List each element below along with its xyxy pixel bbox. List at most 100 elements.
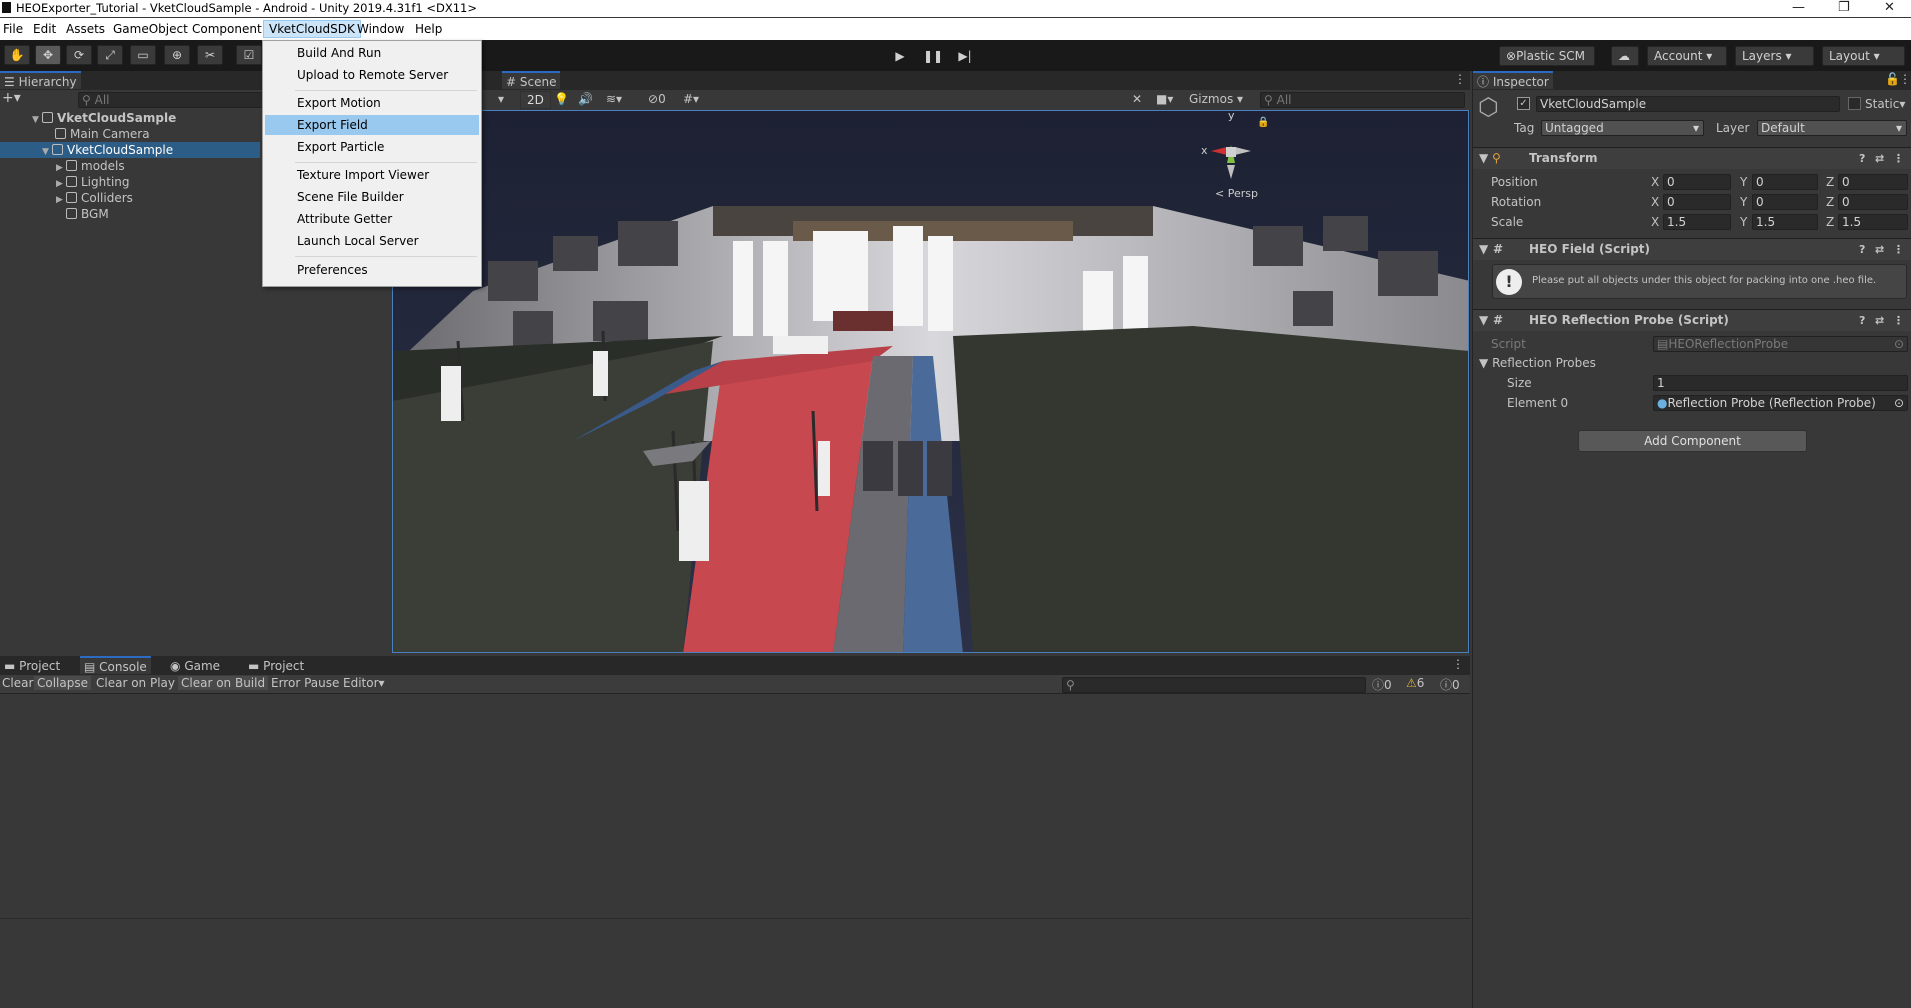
info-count-toggle[interactable]: ⓘ0 [1372, 676, 1392, 693]
cloud-icon[interactable]: ☁ [1611, 46, 1639, 66]
menu-item-preferences[interactable]: Preferences [265, 260, 479, 280]
tab-project[interactable]: ▬ Project [0, 657, 64, 675]
list-item[interactable]: ▶ models [0, 158, 260, 174]
rotation-y-field[interactable]: 0 [1752, 194, 1818, 210]
pause-button[interactable]: ❚❚ [918, 46, 948, 66]
close-icon[interactable]: ✕ [1884, 0, 1895, 15]
heo-probe-header[interactable]: ▼ # HEO Reflection Probe (Script) ? ⇄ ⋮ [1473, 309, 1911, 331]
menu-item-upload-remote[interactable]: Upload to Remote Server [265, 65, 479, 85]
menu-item-export-particle[interactable]: Export Particle [265, 137, 479, 157]
active-checkbox[interactable]: ✓ [1517, 97, 1530, 110]
menu-window[interactable]: Window [352, 21, 409, 37]
rotation-x-field[interactable]: 0 [1663, 194, 1731, 210]
menu-file[interactable]: File [0, 21, 28, 37]
list-item[interactable]: ▼ VketCloudSample [0, 110, 260, 126]
scale-z-field[interactable]: 1.5 [1838, 214, 1908, 230]
hidden-objects-icon[interactable]: ⊘0 [648, 92, 666, 106]
more-icon[interactable]: ⋮ [1893, 239, 1904, 260]
add-component-button[interactable]: Add Component [1578, 430, 1807, 452]
menu-help[interactable]: Help [410, 21, 447, 37]
static-dropdown[interactable]: Static▾ [1865, 97, 1905, 111]
menu-item-build-and-run[interactable]: Build And Run [265, 43, 479, 63]
menu-assets[interactable]: Assets [61, 21, 110, 37]
minimize-icon[interactable]: — [1792, 0, 1805, 15]
menu-item-texture-import-viewer[interactable]: Texture Import Viewer [265, 165, 479, 185]
rotate-tool-icon[interactable]: ⟳ [66, 45, 92, 65]
persp-label[interactable]: < Persp [1215, 187, 1258, 200]
rotation-z-field[interactable]: 0 [1838, 194, 1908, 210]
editor-dropdown[interactable]: Editor▾ [340, 676, 388, 690]
clear-button[interactable]: Clear [0, 676, 35, 690]
restore-icon[interactable]: ❐ [1838, 0, 1850, 15]
scene-search-input[interactable]: ⚲ All [1260, 92, 1465, 108]
menu-item-launch-local-server[interactable]: Launch Local Server [265, 231, 479, 251]
more-icon[interactable]: ⋮ [1899, 72, 1911, 86]
tab-console[interactable]: ▤ Console [80, 656, 151, 674]
menu-component[interactable]: Component [187, 21, 267, 37]
scene-viewport[interactable]: y x < Persp 🔒 [392, 110, 1469, 653]
console-divider[interactable] [0, 918, 1470, 919]
tab-scene[interactable]: # Scene [502, 71, 561, 89]
console-search-input[interactable]: ⚲ [1062, 677, 1366, 693]
reflection-probes-foldout[interactable]: ▼ Reflection Probes [1479, 356, 1596, 370]
tag-dropdown[interactable]: Untagged ▾ [1541, 120, 1704, 136]
preset-icon[interactable]: ⇄ [1875, 239, 1884, 260]
foldout-arrow-icon[interactable]: ▼ [1479, 239, 1488, 260]
lock-icon[interactable]: 🔒 [1257, 116, 1269, 128]
foldout-arrow-icon[interactable]: ▼ [1479, 310, 1488, 331]
object-name-field[interactable]: VketCloudSample [1536, 96, 1840, 112]
error-pause-button[interactable]: Error Pause [268, 676, 342, 690]
plastic-scm-button[interactable]: ⊗Plastic SCM [1499, 46, 1595, 66]
menu-edit[interactable]: Edit [28, 21, 61, 37]
editor-tool-icon[interactable]: ☑ [236, 45, 262, 65]
tab-project-2[interactable]: ▬ Project [244, 657, 308, 675]
help-icon[interactable]: ? [1859, 310, 1865, 331]
scale-tool-icon[interactable]: ⤢ [97, 45, 123, 65]
menu-gameobject[interactable]: GameObject [108, 21, 193, 37]
position-x-field[interactable]: 0 [1663, 174, 1731, 190]
clear-on-play-button[interactable]: Clear on Play [93, 676, 178, 690]
more-icon[interactable]: ⋮ [1893, 310, 1904, 331]
shading-dropdown-icon[interactable]: ▾ [498, 92, 504, 106]
clear-on-build-button[interactable]: Clear on Build [178, 676, 269, 690]
menu-item-export-field[interactable]: Export Field [265, 115, 479, 135]
audio-icon[interactable]: 🔊 [578, 92, 593, 106]
play-button[interactable]: ▶ [885, 46, 915, 66]
list-item[interactable]: Main Camera [0, 126, 260, 142]
position-z-field[interactable]: 0 [1838, 174, 1908, 190]
tab-game[interactable]: ◉ Game [166, 657, 224, 675]
tab-hierarchy[interactable]: ☰ Hierarchy [0, 71, 81, 89]
collapse-button[interactable]: Collapse [34, 676, 91, 690]
menu-item-scene-file-builder[interactable]: Scene File Builder [265, 187, 479, 207]
menu-item-export-motion[interactable]: Export Motion [265, 93, 479, 113]
list-item[interactable]: ▶ Colliders [0, 190, 260, 206]
lock-icon[interactable]: 🔓 [1885, 72, 1900, 86]
transform-header[interactable]: ▼ ⚲ Transform ? ⇄ ⋮ [1473, 147, 1911, 169]
error-count-toggle[interactable]: ⓘ0 [1440, 676, 1460, 693]
position-y-field[interactable]: 0 [1752, 174, 1818, 190]
size-field[interactable]: 1 [1653, 375, 1908, 391]
help-icon[interactable]: ? [1859, 148, 1865, 169]
list-item[interactable]: ▶ Lighting [0, 174, 260, 190]
layer-dropdown[interactable]: Default ▾ [1757, 120, 1907, 136]
foldout-arrow-icon[interactable]: ▼ [1479, 148, 1488, 169]
effects-icon[interactable]: ≋▾ [606, 92, 622, 106]
add-icon[interactable]: +▾ [2, 90, 21, 106]
menu-vketcloudsdk[interactable]: VketCloudSDK [263, 20, 361, 38]
camera-icon[interactable]: ■▾ [1156, 92, 1173, 106]
account-dropdown[interactable]: Account ▾ [1647, 46, 1727, 66]
hand-tool-icon[interactable]: ✋ [4, 45, 30, 65]
tab-inspector[interactable]: ⓘ Inspector [1473, 71, 1553, 89]
more-icon[interactable]: ⋮ [1893, 148, 1904, 169]
layers-dropdown[interactable]: Layers ▾ [1735, 46, 1814, 66]
tools-icon[interactable]: ✕ [1132, 92, 1142, 106]
custom-tool-icon[interactable]: ✂ [197, 45, 223, 65]
move-tool-icon[interactable]: ✥ [35, 45, 61, 65]
target-icon[interactable]: ⊙ [1894, 396, 1904, 410]
lighting-icon[interactable]: 💡 [554, 92, 569, 106]
scale-y-field[interactable]: 1.5 [1752, 214, 1818, 230]
more-icon[interactable]: ⋮ [1454, 72, 1466, 86]
rect-tool-icon[interactable]: ▭ [130, 45, 156, 65]
gizmos-dropdown[interactable]: Gizmos ▾ [1189, 92, 1243, 106]
more-icon[interactable]: ⋮ [1452, 657, 1464, 671]
